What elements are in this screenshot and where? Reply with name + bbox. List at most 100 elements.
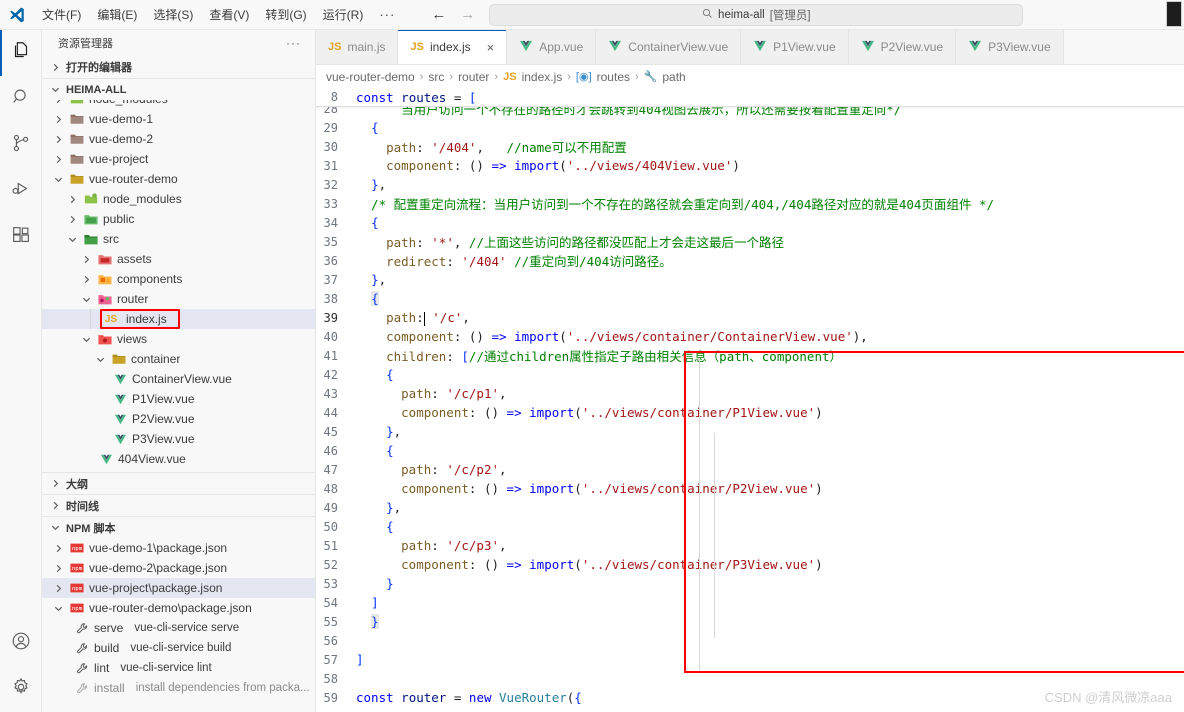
- code-line-cursor[interactable]: 39 path: '/c',: [316, 308, 1184, 327]
- code-line[interactable]: 42 {: [316, 365, 1184, 384]
- breadcrumb-item-project[interactable]: vue-router-demo: [326, 70, 415, 84]
- npm-row-vue-router-demo[interactable]: npm vue-router-demo\package.json: [42, 598, 315, 618]
- npm-row-vue-project[interactable]: npm vue-project\package.json: [42, 578, 315, 598]
- tree-row-public[interactable]: public: [42, 209, 315, 229]
- activity-item-extensions[interactable]: [0, 214, 42, 260]
- activity-item-manage[interactable]: [0, 666, 42, 712]
- tab-index-js[interactable]: JS index.js ×: [398, 30, 508, 64]
- tree-row-vue-demo-1[interactable]: vue-demo-1: [42, 109, 315, 129]
- menu-file[interactable]: 文件(F): [34, 4, 89, 26]
- code-line[interactable]: 34 {: [316, 213, 1184, 232]
- activity-item-accounts[interactable]: [0, 620, 42, 666]
- tree-row-components[interactable]: components: [42, 269, 315, 289]
- code-line[interactable]: 28 当用户访问一个不存在的路径时才会跳转到404视图去展示，所以还需要按着配置…: [316, 107, 1184, 118]
- arrow-left-icon[interactable]: ←: [431, 7, 446, 22]
- section-heima-all[interactable]: HEIMA-ALL: [42, 78, 315, 100]
- code-line[interactable]: 43 path: '/c/p1',: [316, 384, 1184, 403]
- code-line[interactable]: 48 component: () => import('../views/con…: [316, 479, 1184, 498]
- breadcrumb-item-routes[interactable]: routes: [597, 70, 630, 84]
- menu-selection[interactable]: 选择(S): [145, 4, 201, 26]
- code-line[interactable]: 31 component: () => import('../views/404…: [316, 156, 1184, 175]
- command-center[interactable]: heima-all [管理员]: [489, 3, 1024, 26]
- menu-view[interactable]: 查看(V): [201, 4, 257, 26]
- tree-row-node-modules[interactable]: node_modules: [42, 189, 315, 209]
- npm-row-vue-demo-2[interactable]: npm vue-demo-2\package.json: [42, 558, 315, 578]
- code-line[interactable]: 55 }: [316, 612, 1184, 631]
- tree-row-vue-router-demo[interactable]: vue-router-demo: [42, 169, 315, 189]
- breadcrumb-item-src[interactable]: src: [428, 70, 444, 84]
- tree-row-vue-project[interactable]: vue-project: [42, 149, 315, 169]
- code-line[interactable]: 37 },: [316, 270, 1184, 289]
- code-line[interactable]: 29 {: [316, 118, 1184, 137]
- code-line[interactable]: 56: [316, 631, 1184, 650]
- section-npm-scripts[interactable]: NPM 脚本: [42, 516, 315, 538]
- section-outline[interactable]: 大纲: [42, 472, 315, 494]
- code-line[interactable]: 33 /* 配置重定向流程：当用户访问到一个不存在的路径就会重定向到/404,/…: [316, 194, 1184, 213]
- window-control-placeholder[interactable]: [1166, 1, 1182, 27]
- activity-item-run-and-debug[interactable]: [0, 168, 42, 214]
- code-line[interactable]: 38 {: [316, 289, 1184, 308]
- tree-row-p2view-vue[interactable]: P2View.vue: [42, 409, 315, 429]
- tab-containerview-vue[interactable]: ContainerView.vue: [596, 30, 742, 64]
- tree-row-404view-vue[interactable]: 404View.vue: [42, 449, 315, 469]
- code-line[interactable]: 54 ]: [316, 593, 1184, 612]
- section-timeline[interactable]: 时间线: [42, 494, 315, 516]
- code-line[interactable]: 36 redirect: '/404' //重定向到/404访问路径。: [316, 251, 1184, 270]
- tree-row-views[interactable]: views: [42, 329, 315, 349]
- code-line[interactable]: 52 component: () => import('../views/con…: [316, 555, 1184, 574]
- tree-row-assets[interactable]: assets: [42, 249, 315, 269]
- code-line[interactable]: 41 children: [//通过children属性指定子路由相关信息（pa…: [316, 346, 1184, 365]
- tab-main-js[interactable]: JS main.js: [316, 30, 399, 64]
- menu-edit[interactable]: 编辑(E): [89, 4, 145, 26]
- sticky-scroll-line[interactable]: 8 const routes = [: [316, 88, 1184, 107]
- activity-item-search[interactable]: [0, 76, 42, 122]
- tab-app-vue[interactable]: App.vue: [507, 30, 597, 64]
- menu-run[interactable]: 运行(R): [315, 4, 372, 26]
- npm-row-install[interactable]: install install dependencies from packa.…: [42, 678, 315, 698]
- code-line[interactable]: 44 component: () => import('../views/con…: [316, 403, 1184, 422]
- tree-row-src[interactable]: src: [42, 229, 315, 249]
- code-line[interactable]: 30 path: '/404', //name可以不用配置: [316, 137, 1184, 156]
- npm-row-build[interactable]: build vue-cli-service build: [42, 638, 315, 658]
- menu-more-button[interactable]: ···: [371, 7, 403, 22]
- tree-row-p3view-vue[interactable]: P3View.vue: [42, 429, 315, 449]
- tree-row-router[interactable]: router: [42, 289, 315, 309]
- breadcrumb-item-file[interactable]: index.js: [522, 70, 563, 84]
- code-line[interactable]: 57 ]: [316, 650, 1184, 669]
- tab-p3view-vue[interactable]: P3View.vue: [956, 30, 1064, 64]
- tree-row-p1view-vue[interactable]: P1View.vue: [42, 389, 315, 409]
- code-line[interactable]: 58: [316, 669, 1184, 688]
- section-open-editors[interactable]: 打开的编辑器: [42, 56, 315, 78]
- code-line[interactable]: 60 routes: [316, 707, 1184, 712]
- breadcrumb-item-path[interactable]: path: [662, 70, 685, 84]
- tree-row-containerview-vue[interactable]: ContainerView.vue: [42, 369, 315, 389]
- tab-p2view-vue[interactable]: P2View.vue: [848, 30, 957, 64]
- activity-item-explorer[interactable]: [0, 30, 42, 76]
- code-line[interactable]: 32 },: [316, 175, 1184, 194]
- code-line[interactable]: 53 }: [316, 574, 1184, 593]
- code-line[interactable]: 49 },: [316, 498, 1184, 517]
- tree-row-index-js[interactable]: JS index.js: [42, 309, 315, 329]
- code-editor[interactable]: 8 const routes = [ 28 当用户访问一个不存在的路径时才会跳转…: [316, 88, 1184, 712]
- npm-row-lint[interactable]: lint vue-cli-service lint: [42, 658, 315, 678]
- breadcrumb-item-router[interactable]: router: [458, 70, 489, 84]
- code-line[interactable]: 35 path: '*', //上面这些访问的路径都没匹配上才会走这最后一个路径: [316, 232, 1184, 251]
- tree-row-container[interactable]: container: [42, 349, 315, 369]
- code-line[interactable]: 51 path: '/c/p3',: [316, 536, 1184, 555]
- npm-row-serve[interactable]: serve vue-cli-service serve: [42, 618, 315, 638]
- tab-p1view-vue[interactable]: P1View.vue: [741, 30, 849, 64]
- code-line[interactable]: 50 {: [316, 517, 1184, 536]
- close-icon[interactable]: ×: [487, 41, 495, 54]
- activity-item-source-control[interactable]: [0, 122, 42, 168]
- code-line[interactable]: 40 component: () => import('../views/con…: [316, 327, 1184, 346]
- menu-go[interactable]: 转到(G): [257, 4, 314, 26]
- tree-row-vue-demo-2[interactable]: vue-demo-2: [42, 129, 315, 149]
- arrow-right-icon[interactable]: →: [460, 7, 475, 22]
- code-line[interactable]: 46 {: [316, 441, 1184, 460]
- tree-row-node-modules-clipped[interactable]: node_modules: [42, 100, 315, 109]
- tree-row-aboutview-vue-clipped[interactable]: AboutView.vue: [42, 469, 315, 472]
- explorer-more-actions-button[interactable]: ···: [286, 36, 301, 50]
- npm-row-vue-demo-1[interactable]: npm vue-demo-1\package.json: [42, 538, 315, 558]
- code-line[interactable]: 47 path: '/c/p2',: [316, 460, 1184, 479]
- code-line[interactable]: 45 },: [316, 422, 1184, 441]
